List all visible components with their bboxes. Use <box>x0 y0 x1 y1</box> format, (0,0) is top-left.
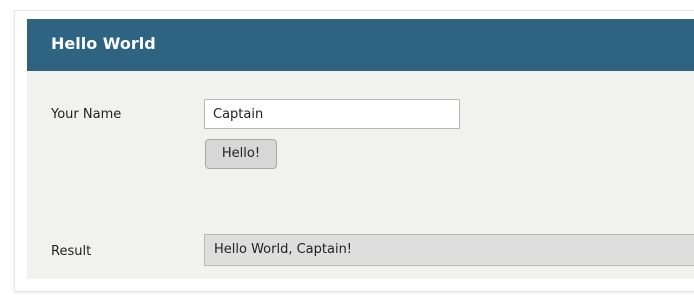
result-label: Result <box>51 244 92 259</box>
panel-title: Hello World <box>51 34 156 53</box>
hello-button[interactable]: Hello! <box>205 139 277 169</box>
result-output: Hello World, Captain! <box>204 234 694 266</box>
your-name-label: Your Name <box>51 107 122 122</box>
your-name-input[interactable] <box>204 99 460 129</box>
hello-world-panel: Hello World Your Name Hello! Result Hell… <box>27 19 694 279</box>
panel-header: Hello World <box>27 19 694 71</box>
app-frame: Hello World Your Name Hello! Result Hell… <box>14 10 694 292</box>
